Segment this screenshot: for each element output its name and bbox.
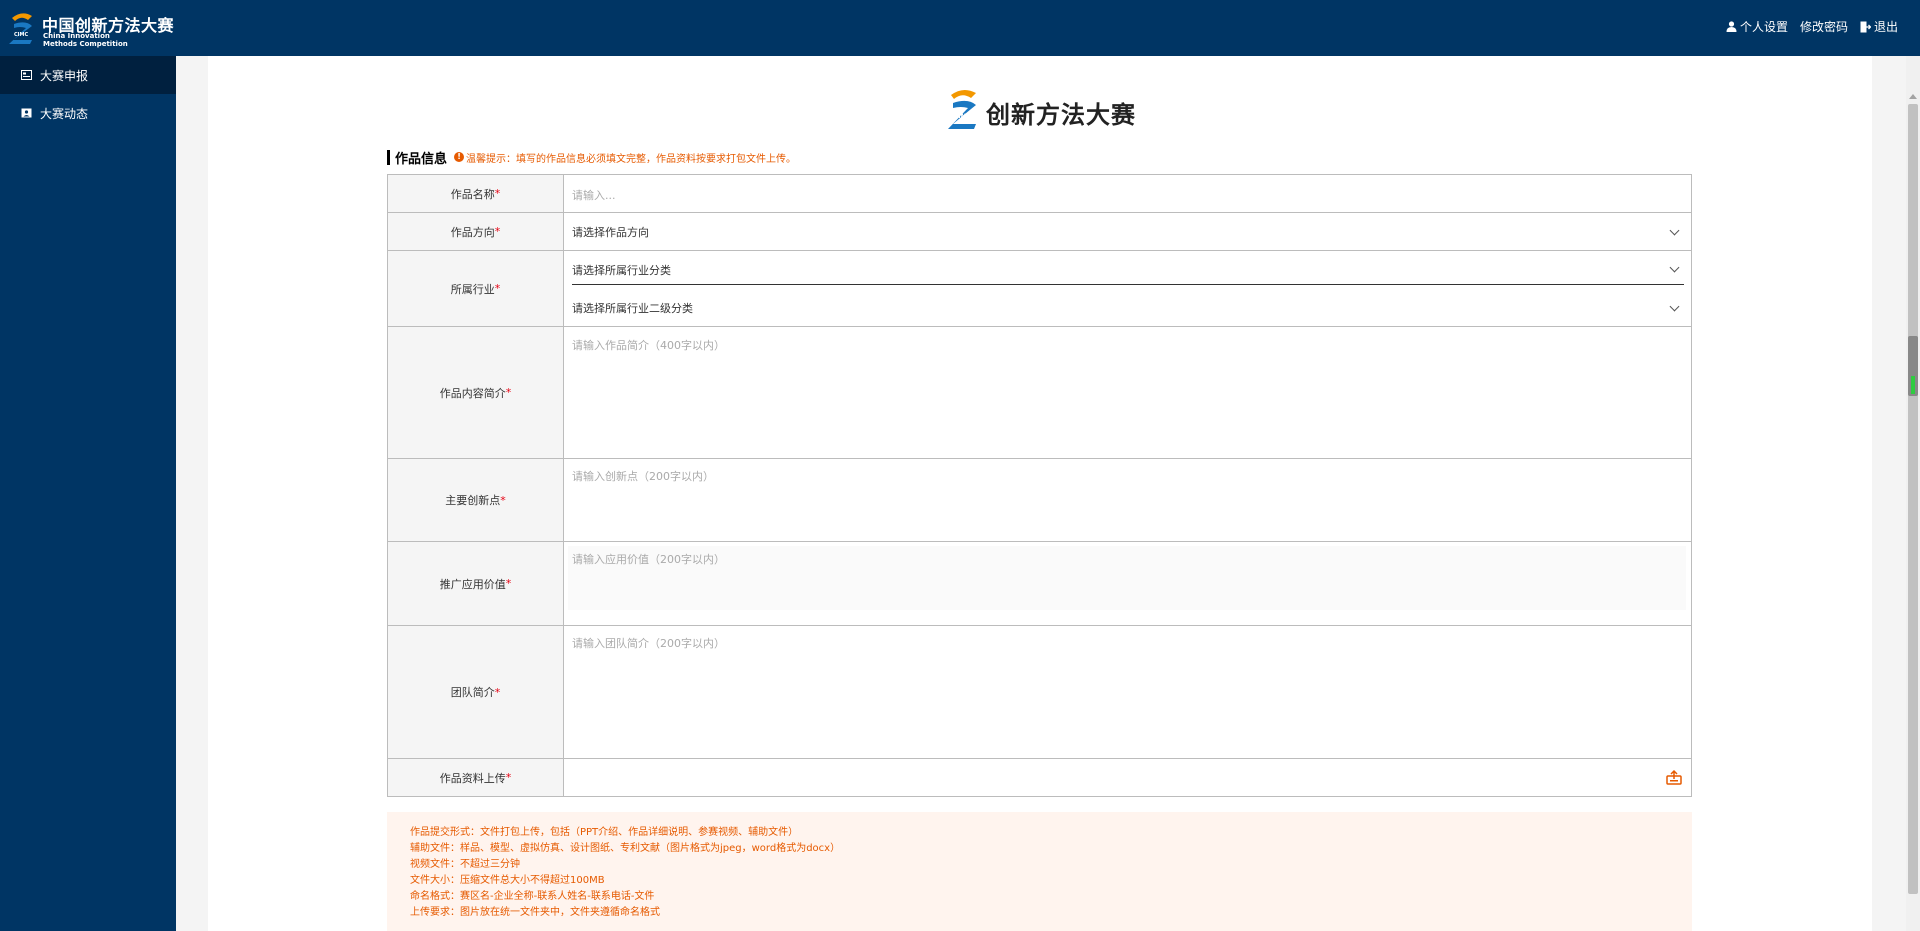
required-mark: * [494, 685, 501, 699]
person-card-icon [21, 108, 32, 118]
required-mark: * [494, 225, 501, 238]
industry-level2-select[interactable]: 请选择所属行业二级分类 [572, 293, 1684, 323]
form-row-industry: 所属行业 * 请选择所属行业分类 请选择所属行业二级分类 [388, 251, 1691, 327]
logo-title-en-line1: China Innovation [43, 32, 110, 40]
scroll-up-arrow[interactable] [1909, 94, 1917, 99]
logo-title-en-line2: Methods Competition [43, 40, 128, 48]
brand-header: CIMC 创新方法大赛 [946, 86, 1146, 132]
form-label: 主要创新点 * [388, 459, 564, 541]
site-logo[interactable]: CIMC 中国创新方法大赛 China Innovation Methods C… [8, 10, 178, 50]
innovation-textarea[interactable]: 请输入创新点（200字以内） [572, 468, 714, 484]
logout-icon [1860, 21, 1871, 32]
brand-mark-text: CIMC [954, 113, 972, 120]
profile-settings-label: 个人设置 [1739, 20, 1788, 34]
logout-link[interactable]: 退出 [1860, 18, 1898, 35]
form-row-innovation: 主要创新点 * 请输入创新点（200字以内） [388, 459, 1691, 542]
sidebar: 大赛申报 大赛动态 [0, 56, 176, 931]
label-text: 推广应用价值 [439, 577, 506, 591]
section-header: 作品信息 ! 温馨提示：填写的作品信息必须填文完整，作品资料按要求打包文件上传。 [387, 148, 797, 167]
industry-level1-select[interactable]: 请选择所属行业分类 [572, 255, 1684, 285]
form-label: 作品方向 * [388, 213, 564, 250]
list-icon [21, 70, 32, 80]
form-label: 作品资料上传 * [388, 759, 564, 796]
label-text: 作品内容简介 [439, 386, 506, 400]
header-actions: 个人设置 修改密码 退出 [1714, 18, 1898, 35]
sidebar-item-competition-news[interactable]: 大赛动态 [0, 94, 176, 132]
section-hint: 温馨提示：填写的作品信息必须填文完整，作品资料按要求打包文件上传。 [466, 153, 797, 165]
sidebar-item-label: 大赛动态 [40, 106, 89, 121]
select-value: 请选择所属行业二级分类 [572, 302, 693, 315]
page-scrollbar[interactable] [1906, 56, 1920, 931]
select-value: 请选择作品方向 [572, 226, 649, 239]
label-text: 团队简介 [450, 686, 495, 699]
scroll-indicator [1911, 376, 1915, 394]
form-row-team: 团队简介 * 请输入团队简介（200字以内） [388, 626, 1691, 759]
note-line: 命名格式：赛区名-企业全称-联系人姓名-联系电话-文件 [410, 891, 655, 902]
note-line: 视频文件：不超过三分钟 [410, 859, 520, 870]
submission-notes: 作品提交形式：文件打包上传，包括（PPT介绍、作品详细说明、参赛视频、辅助文件）… [387, 812, 1692, 931]
label-text: 所属行业 [450, 282, 495, 296]
work-info-form: 作品名称 * 请输入... 作品方向 * 请选择作品方向 所属行业 * 请选择所属行业… [387, 174, 1692, 797]
profile-settings-link[interactable]: 个人设置 [1726, 18, 1788, 35]
form-label: 所属行业 * [388, 251, 564, 326]
user-icon [1726, 21, 1737, 32]
section-title: 作品信息 [395, 151, 448, 167]
change-password-link[interactable]: 修改密码 [1800, 18, 1848, 35]
value-textarea-bg [568, 546, 1686, 610]
required-mark: * [494, 187, 501, 200]
team-textarea[interactable]: 请输入团队简介（200字以内） [572, 635, 725, 651]
main-content: CIMC 创新方法大赛 作品信息 ! 温馨提示：填写的作品信息必须填文完整，作品… [208, 56, 1872, 931]
logout-label: 退出 [1873, 20, 1898, 34]
value-textarea[interactable]: 请输入应用价值（200字以内） [572, 551, 725, 567]
sidebar-item-label: 大赛申报 [40, 68, 89, 83]
label-text: 主要创新点 [445, 494, 501, 507]
logo-mark-text: CIMC [14, 32, 29, 38]
label-text: 作品名称 [450, 187, 495, 201]
required-mark: * [494, 282, 501, 295]
work-name-input[interactable]: 请输入... [572, 187, 616, 203]
note-line: 作品提交形式：文件打包上传，包括（PPT介绍、作品详细说明、参赛视频、辅助文件） [410, 827, 799, 838]
form-row-upload: 作品资料上传 * [388, 759, 1691, 796]
form-label: 推广应用价值 * [388, 542, 564, 625]
note-line: 上传要求：图片放在统一文件夹中，文件夹遵循命名格式 [410, 907, 660, 918]
chevron-down-icon [1669, 301, 1680, 311]
upload-icon [1666, 769, 1682, 785]
cimc-brand-icon: CIMC [948, 89, 976, 129]
form-row-direction: 作品方向 * 请选择作品方向 [388, 213, 1691, 251]
upload-button[interactable] [1666, 769, 1682, 785]
form-label: 作品名称 * [388, 175, 564, 212]
note-line: 文件大小：压缩文件总大小不得超过100MB [410, 875, 605, 886]
required-mark: * [505, 771, 512, 784]
info-icon: ! [454, 152, 465, 162]
form-row-value: 推广应用价值 * 请输入应用价值（200字以内） [388, 542, 1691, 626]
form-row-summary: 作品内容简介 * 请输入作品简介（400字以内） [388, 327, 1691, 459]
cimc-logo-icon: CIMC [9, 13, 32, 44]
label-text: 作品资料上传 [439, 771, 506, 785]
top-header: CIMC 中国创新方法大赛 China Innovation Methods C… [0, 0, 1920, 56]
sidebar-item-competition-apply[interactable]: 大赛申报 [0, 56, 176, 94]
summary-textarea[interactable]: 请输入作品简介（400字以内） [572, 337, 725, 353]
required-mark: * [505, 386, 512, 399]
label-text: 作品方向 [450, 225, 495, 239]
chevron-down-icon [1669, 225, 1680, 235]
form-label: 作品内容简介 * [388, 327, 564, 458]
form-label: 团队简介 * [388, 626, 564, 758]
select-value: 请选择所属行业分类 [572, 263, 671, 277]
direction-select[interactable]: 请选择作品方向 [572, 217, 1684, 247]
change-password-label: 修改密码 [1799, 20, 1848, 34]
required-mark: * [500, 493, 506, 507]
scroll-track[interactable] [1908, 104, 1918, 894]
section-marker [387, 149, 390, 165]
brand-title: 创新方法大赛 [986, 101, 1136, 129]
required-mark: * [505, 577, 512, 590]
chevron-down-icon [1669, 262, 1680, 273]
note-line: 辅助文件：样品、模型、虚拟仿真、设计图纸、专利文献（图片格式为jpeg，word… [410, 843, 841, 854]
form-row-name: 作品名称 * 请输入... [388, 175, 1691, 213]
